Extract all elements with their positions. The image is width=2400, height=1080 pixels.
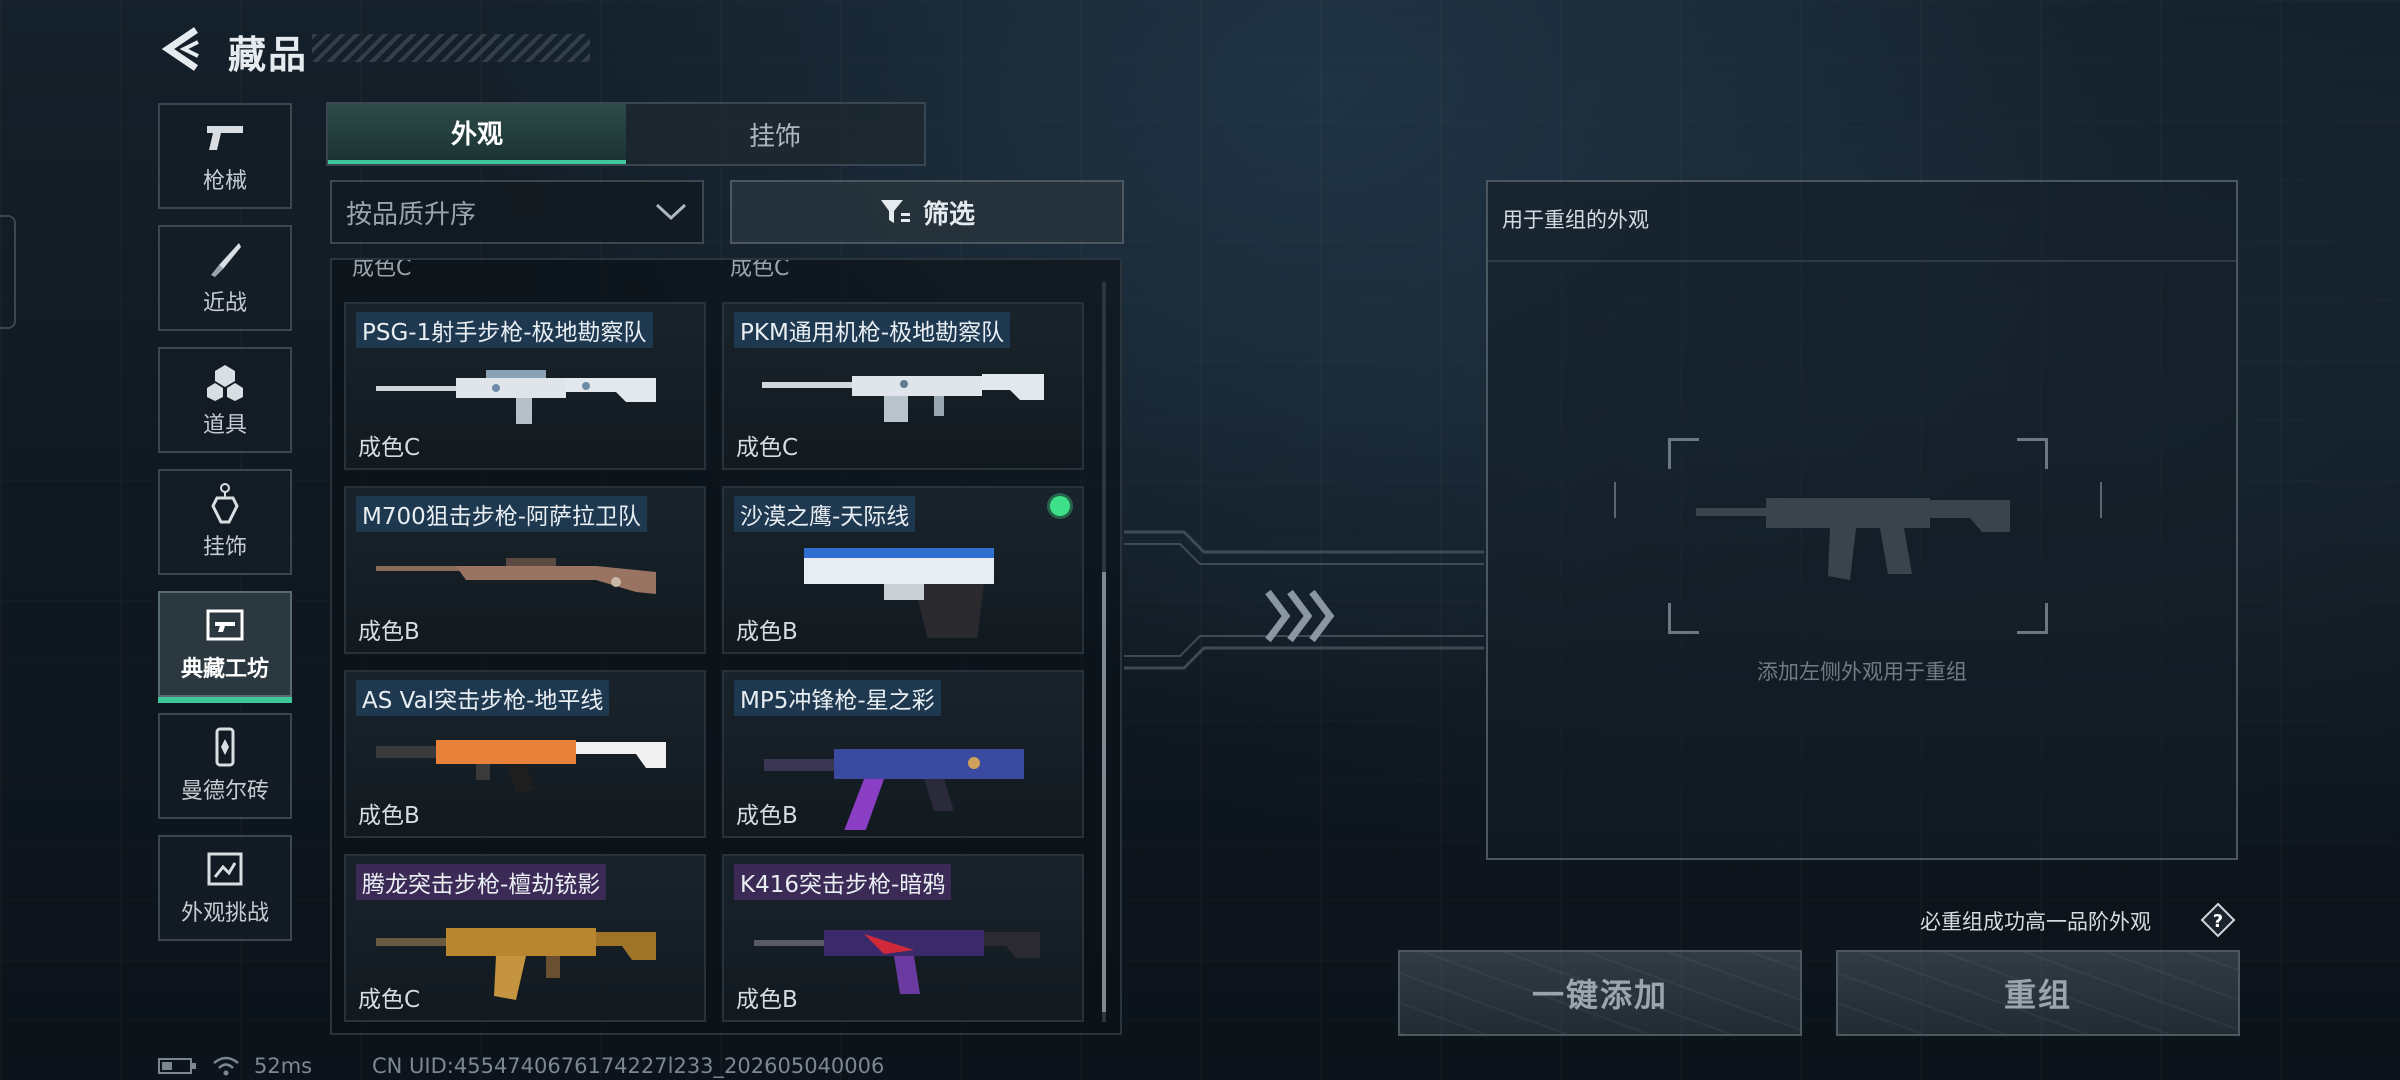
sort-selected-value: 按品质升序 xyxy=(346,199,477,230)
bolt-action-rifle-image xyxy=(376,558,656,594)
challenge-icon xyxy=(203,849,247,889)
sidebar-item-workshop[interactable]: 典藏工坊 xyxy=(158,591,292,703)
skin-card[interactable]: M700狙击步枪-阿萨拉卫队 成色B xyxy=(344,486,706,654)
tab-appearance[interactable]: 外观 xyxy=(328,104,626,164)
filter-icon xyxy=(880,200,910,223)
user-uid: CN UID:4554740676174227l233_202605040006 xyxy=(372,1054,885,1078)
page-title: 藏品 xyxy=(228,33,309,77)
scrollbar-track[interactable] xyxy=(1102,282,1106,1022)
sidebar-item-label: 枪械 xyxy=(202,169,247,194)
skin-grid: 成色C 成色C PSG-1射手步枪-极地勘察队 成色C PKM通用机枪-极地勘察… xyxy=(330,258,1122,1035)
divider xyxy=(1488,260,2236,262)
sidebar-item-label: 道具 xyxy=(202,413,247,438)
grade-label: 成色B xyxy=(358,803,420,829)
skin-card[interactable]: AS Val突击步枪-地平线 成色B xyxy=(344,670,706,838)
frame-tick xyxy=(2100,482,2106,518)
add-all-button[interactable]: 一键添加 xyxy=(1398,950,1802,1036)
sidebar-item-label: 外观挑战 xyxy=(180,901,269,926)
title-decoration xyxy=(312,34,590,62)
sort-dropdown[interactable]: 按品质升序 xyxy=(330,180,704,244)
grade-label: 成色B xyxy=(736,803,798,829)
frame-corner xyxy=(2017,438,2048,469)
grade-label: 成色C xyxy=(358,987,421,1013)
brick-icon xyxy=(203,727,247,767)
skin-card[interactable]: K416突击步枪-暗鸦 成色B xyxy=(722,854,1084,1022)
sniper-rifle-image xyxy=(376,370,656,424)
svg-text:?: ? xyxy=(2213,911,2223,932)
sidebar-item-guns[interactable]: 枪械 xyxy=(158,103,292,209)
skin-card[interactable]: MP5冲锋枪-星之彩 成色B xyxy=(722,670,1084,838)
sidebar-item-label: 曼德尔砖 xyxy=(180,779,269,804)
equipped-indicator-icon xyxy=(1050,496,1070,516)
skin-name: M700狙击步枪-阿萨拉卫队 xyxy=(356,496,648,532)
skin-card[interactable]: 沙漠之鹰-天际线 成色B xyxy=(722,486,1084,654)
status-bar: 52ms xyxy=(158,1054,312,1078)
pistol-icon xyxy=(203,117,247,157)
grade-label: 成色C xyxy=(352,258,412,281)
filter-button[interactable]: 筛选 xyxy=(730,180,1124,244)
sidebar-item-items[interactable]: 道具 xyxy=(158,347,292,453)
arrow-right-icon xyxy=(1265,589,1335,643)
skin-name: K416突击步枪-暗鸦 xyxy=(734,864,952,900)
skin-name: PSG-1射手步枪-极地勘察队 xyxy=(356,312,653,348)
filter-label: 筛选 xyxy=(922,199,975,230)
recombine-button[interactable]: 重组 xyxy=(1836,950,2240,1036)
skin-name: 腾龙突击步枪-檀劫铳影 xyxy=(356,864,607,900)
frame-tick xyxy=(1614,482,1620,518)
grenade-icon xyxy=(203,361,247,401)
left-edge-handle[interactable] xyxy=(0,215,16,329)
frame-corner xyxy=(1668,438,1699,469)
machine-gun-image xyxy=(762,374,1044,422)
assault-rifle-image xyxy=(376,740,666,792)
recombine-label: 重组 xyxy=(2003,976,2072,1014)
grade-label: 成色C xyxy=(358,435,421,461)
scrollbar-thumb[interactable] xyxy=(1102,572,1106,1012)
battery-icon xyxy=(158,1058,196,1074)
skin-card[interactable]: 腾龙突击步枪-檀劫铳影 成色C xyxy=(344,854,706,1022)
skin-name: PKM通用机枪-极地勘察队 xyxy=(734,312,1011,348)
back-arrow-icon[interactable] xyxy=(158,24,202,74)
tab-charms[interactable]: 挂饰 xyxy=(626,104,924,164)
partial-row: 成色C 成色C xyxy=(332,260,1120,282)
charm-icon xyxy=(203,483,247,524)
help-icon[interactable]: ? xyxy=(2200,902,2236,938)
skin-card[interactable]: PSG-1射手步枪-极地勘察队 成色C xyxy=(344,302,706,470)
wifi-icon xyxy=(213,1056,239,1076)
sidebar-item-label: 近战 xyxy=(202,291,247,316)
sidebar-item-label: 典藏工坊 xyxy=(180,657,269,682)
skin-card[interactable]: PKM通用机枪-极地勘察队 成色C xyxy=(722,302,1084,470)
skin-name: AS Val突击步枪-地平线 xyxy=(356,680,610,716)
sidebar-item-mandel-brick[interactable]: 曼德尔砖 xyxy=(158,713,292,819)
recombine-hint: 添加左侧外观用于重组 xyxy=(1757,660,1967,684)
grade-label: 成色C xyxy=(736,435,799,461)
ping-value: 52ms xyxy=(254,1054,313,1078)
category-tabs: 外观 挂饰 xyxy=(326,102,926,166)
workshop-icon xyxy=(203,605,247,645)
sidebar-item-melee[interactable]: 近战 xyxy=(158,225,292,331)
chevron-down-icon xyxy=(655,203,687,221)
skin-name: MP5冲锋枪-星之彩 xyxy=(734,680,941,716)
add-all-label: 一键添加 xyxy=(1531,976,1668,1014)
sidebar-item-skin-challenge[interactable]: 外观挑战 xyxy=(158,835,292,941)
guarantee-text: 必重组成功高一品阶外观 xyxy=(1920,910,2151,934)
grade-label: 成色B xyxy=(736,987,798,1013)
knife-icon xyxy=(203,239,247,279)
grade-label: 成色C xyxy=(730,258,790,281)
sidebar-item-label: 挂饰 xyxy=(202,535,247,560)
rifle-placeholder-icon xyxy=(1696,498,2010,580)
recombine-title: 用于重组的外观 xyxy=(1502,208,1649,232)
grade-label: 成色B xyxy=(358,619,420,645)
sidebar-item-charms[interactable]: 挂饰 xyxy=(158,469,292,575)
grade-label: 成色B xyxy=(736,619,798,645)
